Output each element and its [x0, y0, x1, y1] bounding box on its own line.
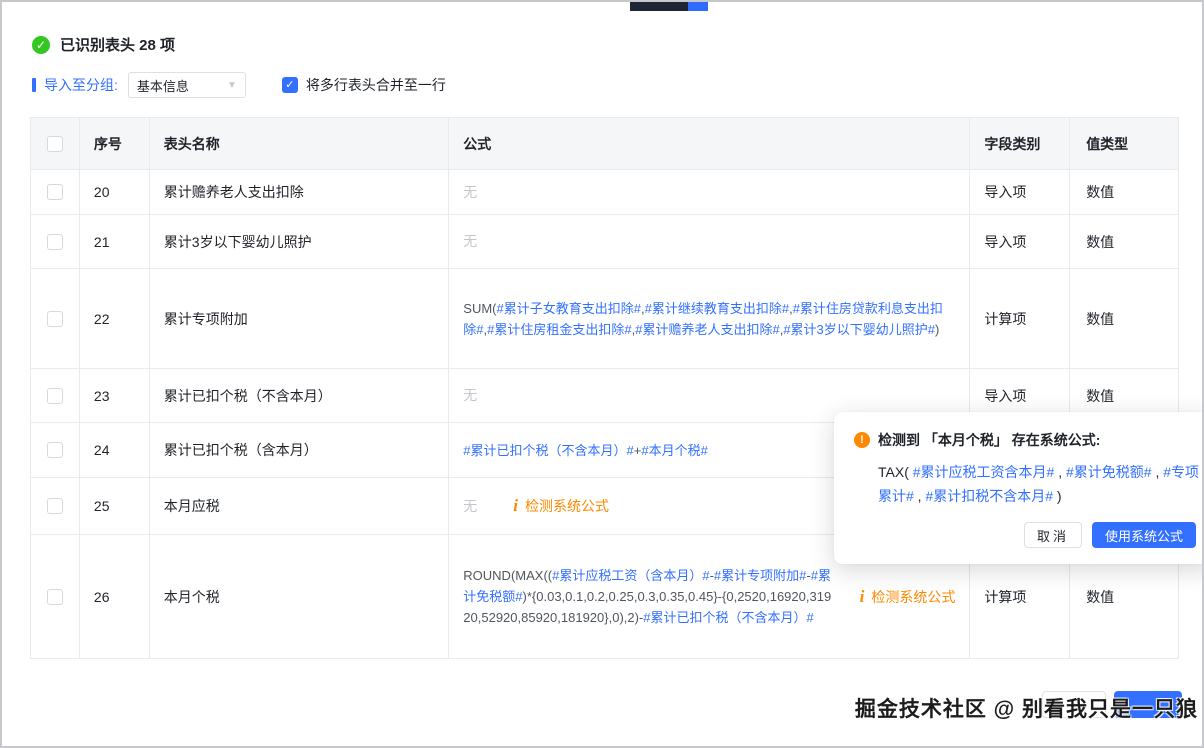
field-category-cell: 导入项	[970, 170, 1070, 214]
cropped-top-element	[630, 2, 688, 11]
row-index: 23	[80, 369, 150, 422]
col-header-category: 字段类别	[970, 118, 1070, 169]
formula-cell: 无 i	[449, 215, 970, 268]
success-check-icon: ✓	[32, 36, 50, 54]
header-name-cell: 本月应税	[150, 478, 449, 534]
table-row: 22 累计专项附加 SUM(#累计子女教育支出扣除#,#累计继续教育支出扣除#,…	[31, 269, 1178, 369]
formula-text: ROUND(MAX((#累计应税工资（含本月）#-#累计专项附加#-#累计免税额…	[463, 565, 835, 628]
popup-cancel-button[interactable]: 取消	[1024, 522, 1082, 548]
dialog-header: ✓ 已识别表头 28 项	[32, 34, 175, 55]
header-name-cell: 累计已扣个税（不含本月）	[150, 369, 449, 422]
warning-icon: !	[854, 432, 870, 448]
formula-text: 无	[463, 182, 477, 203]
page-title: 已识别表头 28 项	[60, 34, 175, 55]
header-name-cell: 累计专项附加	[150, 269, 449, 368]
col-header-valuetype: 值类型	[1070, 118, 1178, 169]
header-name-cell: 累计已扣个税（含本月）	[150, 423, 449, 477]
formula-cell: SUM(#累计子女教育支出扣除#,#累计继续教育支出扣除#,#累计住房贷款利息支…	[449, 269, 970, 368]
watermark-text: 掘金技术社区 @ 别看我只是一只狼	[855, 693, 1198, 723]
group-select[interactable]: 基本信息 ▼	[128, 72, 246, 98]
formula-text: 无	[463, 385, 477, 406]
row-checkbox[interactable]	[47, 184, 63, 200]
detect-link-label: 检测系统公式	[871, 587, 955, 607]
import-headers-dialog: ✓ 已识别表头 28 项 导入至分组: 基本信息 ▼ ✓ 将多行表头合并至一行 …	[0, 0, 1204, 748]
group-label: 导入至分组:	[44, 75, 118, 95]
popup-use-system-formula-button[interactable]: 使用系统公式	[1092, 522, 1196, 548]
system-formula-popup: ! 检测到 「本月个税」 存在系统公式: TAX( #累计应税工资含本月# , …	[834, 412, 1204, 564]
row-checkbox[interactable]	[47, 234, 63, 250]
row-index: 21	[80, 215, 150, 268]
popup-formula: TAX( #累计应税工资含本月# , #累计免税额# , #专项累计# , #累…	[878, 460, 1200, 508]
formula-text: 无	[463, 231, 477, 252]
detect-link-label: 检测系统公式	[525, 496, 609, 516]
row-index: 24	[80, 423, 150, 477]
header-name-cell: 累计3岁以下婴幼儿照护	[150, 215, 449, 268]
merge-headers-checkbox[interactable]: ✓	[282, 77, 298, 93]
row-checkbox[interactable]	[47, 442, 63, 458]
popup-title: 检测到 「本月个税」 存在系统公式:	[878, 430, 1100, 450]
header-name-cell: 本月个税	[150, 535, 449, 658]
info-icon: i	[860, 587, 865, 607]
cropped-top-element-accent	[688, 2, 708, 11]
field-category-cell: 导入项	[970, 215, 1070, 268]
col-header-formula: 公式	[449, 118, 970, 169]
formula-text: #累计已扣个税（不含本月）#+#本月个税#	[463, 440, 708, 461]
value-type-cell: 数值	[1070, 269, 1178, 368]
row-index: 20	[80, 170, 150, 214]
table-row: 21 累计3岁以下婴幼儿照护 无 i 导入项 数值	[31, 215, 1178, 269]
row-checkbox[interactable]	[47, 388, 63, 404]
row-index: 26	[80, 535, 150, 658]
row-checkbox[interactable]	[47, 498, 63, 514]
row-index: 22	[80, 269, 150, 368]
col-header-index: 序号	[80, 118, 150, 169]
group-select-value: 基本信息	[137, 76, 189, 95]
toolbar: 导入至分组: 基本信息 ▼ ✓ 将多行表头合并至一行	[32, 71, 446, 99]
row-checkbox[interactable]	[47, 589, 63, 605]
headers-table: 序号 表头名称 公式 字段类别 值类型 20 累计赡养老人支出扣除 无 i 导入…	[30, 117, 1179, 659]
merge-headers-label: 将多行表头合并至一行	[306, 75, 446, 95]
col-header-name: 表头名称	[150, 118, 449, 169]
select-all-checkbox[interactable]	[47, 136, 63, 152]
formula-text: 无	[463, 496, 477, 517]
chevron-down-icon: ▼	[227, 80, 237, 91]
table-header-row: 序号 表头名称 公式 字段类别 值类型	[31, 118, 1178, 170]
field-category-cell: 计算项	[970, 269, 1070, 368]
detect-system-formula-link[interactable]: i 检测系统公式	[513, 496, 609, 516]
header-name-cell: 累计赡养老人支出扣除	[150, 170, 449, 214]
info-icon: i	[513, 496, 518, 516]
value-type-cell: 数值	[1070, 170, 1178, 214]
row-checkbox[interactable]	[47, 311, 63, 327]
row-index: 25	[80, 478, 150, 534]
table-row: 20 累计赡养老人支出扣除 无 i 导入项 数值	[31, 170, 1178, 215]
accent-bar	[32, 78, 36, 92]
value-type-cell: 数值	[1070, 215, 1178, 268]
formula-cell: 无 i	[449, 170, 970, 214]
formula-text: SUM(#累计子女教育支出扣除#,#累计继续教育支出扣除#,#累计住房贷款利息支…	[463, 298, 955, 340]
detect-system-formula-link[interactable]: i 检测系统公式	[860, 587, 956, 607]
